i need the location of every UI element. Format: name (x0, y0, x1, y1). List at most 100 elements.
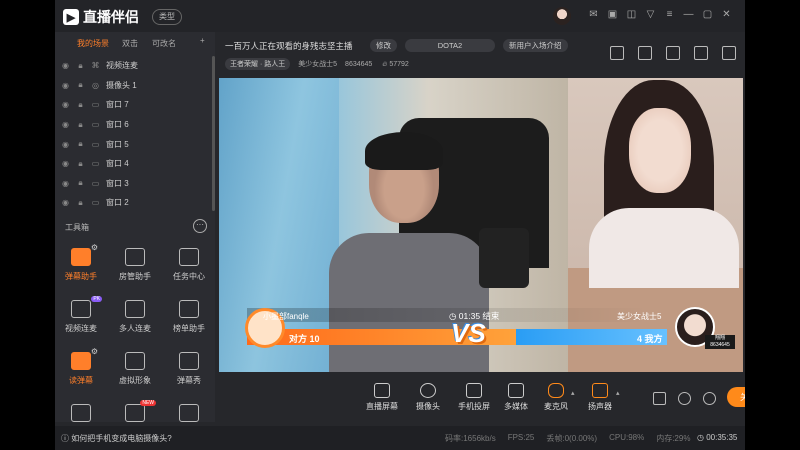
source-item[interactable]: ◉ 🔒︎ ▭ 窗口 3 (55, 174, 213, 194)
eye-icon[interactable]: ◉ (61, 179, 70, 188)
menu-icon[interactable]: ≡ (663, 8, 676, 21)
source-item[interactable]: ◉ 🔒︎ ▭ 窗口 6 (55, 115, 213, 135)
tab-my-scenes[interactable]: 我的场景 (77, 38, 109, 49)
settings-icon[interactable] (703, 392, 716, 405)
eye-icon[interactable]: ◉ (61, 198, 70, 207)
toolbar-camera-button[interactable]: 摄像头 (405, 383, 451, 412)
lock-icon[interactable]: 🔒︎ (76, 178, 85, 188)
tool-danmu-show[interactable]: 弹幕秀 (163, 346, 215, 394)
tab-rename[interactable]: 可改名 (152, 38, 176, 49)
gear-icon[interactable]: ⚙ (91, 243, 98, 252)
lock-icon[interactable]: 🔒︎ (76, 139, 85, 149)
close-live-button[interactable]: 关闭直播 (727, 387, 745, 407)
video-preview[interactable]: 小墨部fanqle ◷ 01:35 结束 美少女战士5 对方 10 4 我方 V… (219, 78, 743, 372)
lock-icon[interactable]: 🔒︎ (76, 61, 85, 71)
layout-icon[interactable] (610, 46, 624, 60)
tool-danmu-assistant[interactable]: ⚙ 弹幕助手 (55, 242, 107, 290)
toolbar-phone-button[interactable]: 手机投屏 (451, 383, 497, 412)
add-scene-button[interactable]: + (200, 36, 205, 45)
toolbar-mic-button[interactable]: 麦克风 (533, 383, 579, 412)
toolbar-speaker-button[interactable]: 扬声器 (577, 383, 623, 412)
tool-label: 榜单助手 (173, 324, 205, 333)
source-label: 摄像头 1 (106, 80, 137, 90)
tool-avatar[interactable]: 虚拟形象 (109, 346, 161, 394)
toolbar-screen-button[interactable]: 直播屏幕 (359, 383, 405, 412)
scene-tabs: 我的场景 双击 可改名 + (55, 36, 215, 54)
fps: FPS:25 (507, 433, 535, 442)
announce-button[interactable]: 新用户入场介绍 (503, 39, 568, 52)
type-button[interactable]: 类型 (152, 9, 182, 25)
lock-icon[interactable]: 🔒︎ (76, 80, 85, 90)
window-controls: ✉ ▣ ◫ ▽ ≡ — ▢ ✕ (587, 8, 733, 21)
app-window: ▶ 直播伴侣 类型 ✉ ▣ ◫ ▽ ≡ — ▢ ✕ 我的场景 双击 可改名 + … (55, 0, 745, 450)
category-select[interactable]: DOTA2 (405, 39, 495, 52)
edit-title-button[interactable]: 修改 (370, 39, 397, 52)
message-icon[interactable]: ◫ (625, 8, 638, 21)
eye-icon[interactable]: ◉ (61, 120, 70, 129)
eye-icon[interactable]: ◉ (61, 140, 70, 149)
mic-dropdown[interactable]: ▴ (571, 389, 575, 397)
maximize-icon[interactable]: ▢ (701, 8, 714, 21)
clock-icon: ◷ (697, 433, 707, 442)
logo-icon: ▶ (63, 9, 79, 25)
streamer-id: 8634645 (345, 61, 373, 68)
tool-ranking[interactable]: 榜单助手 (163, 294, 215, 342)
source-item[interactable]: ◉ 🔒︎ ▭ 窗口 4 (55, 154, 213, 174)
minimize-icon[interactable]: — (682, 8, 695, 21)
tool-read-danmu[interactable]: ⚙ 读弹幕 (55, 346, 107, 394)
toolbox-more-button[interactable]: ··· (193, 219, 207, 233)
toolbar-label: 摄像头 (416, 402, 440, 411)
tool-label: 虚拟形象 (119, 376, 151, 385)
stream-title: 一百万人正在观看的身残志坚主播 (225, 41, 353, 51)
share-icon[interactable] (722, 46, 736, 60)
close-icon[interactable]: ✕ (720, 8, 733, 21)
bottom-toolbar: 直播屏幕 摄像头 手机投屏 多媒体 麦克风 ▴ 扬声器 ▴ 关闭直播 (219, 375, 745, 421)
gear-icon[interactable]: ⚙ (91, 347, 98, 356)
unlock-icon[interactable] (638, 46, 652, 60)
toolbar-label: 直播屏幕 (366, 402, 398, 411)
bell-icon[interactable] (694, 46, 708, 60)
filter-icon[interactable]: ▽ (644, 8, 657, 21)
eye-icon[interactable]: ◉ (61, 61, 70, 70)
tool-multi-link[interactable]: 多人连麦 (109, 294, 161, 342)
lock-icon[interactable]: 🔒︎ (76, 120, 85, 130)
app-logo: ▶ 直播伴侣 (63, 7, 139, 27)
lock-icon[interactable]: 🔒︎ (76, 159, 85, 169)
task-icon (179, 248, 199, 266)
speaker-dropdown[interactable]: ▴ (616, 389, 620, 397)
user-avatar[interactable] (553, 7, 571, 25)
source-item[interactable]: ◉ 🔒︎ ▭ 窗口 7 (55, 95, 213, 115)
pk-overlay: 小墨部fanqle ◷ 01:35 结束 美少女战士5 对方 10 4 我方 V… (219, 304, 743, 350)
lock-icon[interactable]: 🔒︎ (76, 100, 85, 110)
status-bar: ⓘ 如何把手机变成电脑摄像头? 码率:1656kb/s FPS:25 丢帧:0(… (55, 426, 745, 450)
lock-icon[interactable] (666, 46, 680, 60)
lock-icon[interactable]: 🔒︎ (76, 198, 85, 208)
multi-link-icon (125, 300, 145, 318)
source-item[interactable]: ◉ 🔒︎ ▭ 窗口 5 (55, 134, 213, 154)
window-icon: ▭ (91, 198, 100, 208)
eye-icon[interactable]: ◉ (61, 100, 70, 109)
tool-label: 任务中心 (173, 272, 205, 281)
gift-icon: NEW (125, 400, 156, 422)
screen-icon[interactable]: ▣ (606, 8, 619, 21)
tool-label: 弹幕助手 (65, 272, 97, 281)
tool-video-link[interactable]: PK 视频连麦 (55, 294, 107, 342)
source-item[interactable]: ◉ 🔒︎ ▭ 窗口 2 (55, 193, 213, 213)
tab-double-click[interactable]: 双击 (122, 38, 138, 49)
camera-icon (420, 383, 436, 398)
pk-right-name: 美少女战士5 (617, 312, 662, 321)
vs-label: VS (451, 318, 486, 348)
record-icon[interactable] (653, 392, 666, 405)
mail-icon[interactable]: ✉ (587, 8, 600, 21)
eye-icon[interactable]: ◉ (61, 81, 70, 90)
tool-label: 读弹幕 (69, 376, 93, 385)
source-scrollbar[interactable] (212, 56, 215, 211)
eye-icon[interactable] (678, 392, 691, 405)
status-tip[interactable]: ⓘ 如何把手机变成电脑摄像头? (61, 433, 172, 444)
window-icon: ▭ (91, 100, 100, 110)
tool-task-center[interactable]: 任务中心 (163, 242, 215, 290)
tool-room-manager[interactable]: 房管助手 (109, 242, 161, 290)
eye-icon[interactable]: ◉ (61, 159, 70, 168)
source-item[interactable]: ◉ 🔒︎ ◎ 摄像头 1 (55, 76, 213, 96)
source-item[interactable]: ◉ 🔒︎ ⌘ 视频连麦 (55, 56, 213, 76)
